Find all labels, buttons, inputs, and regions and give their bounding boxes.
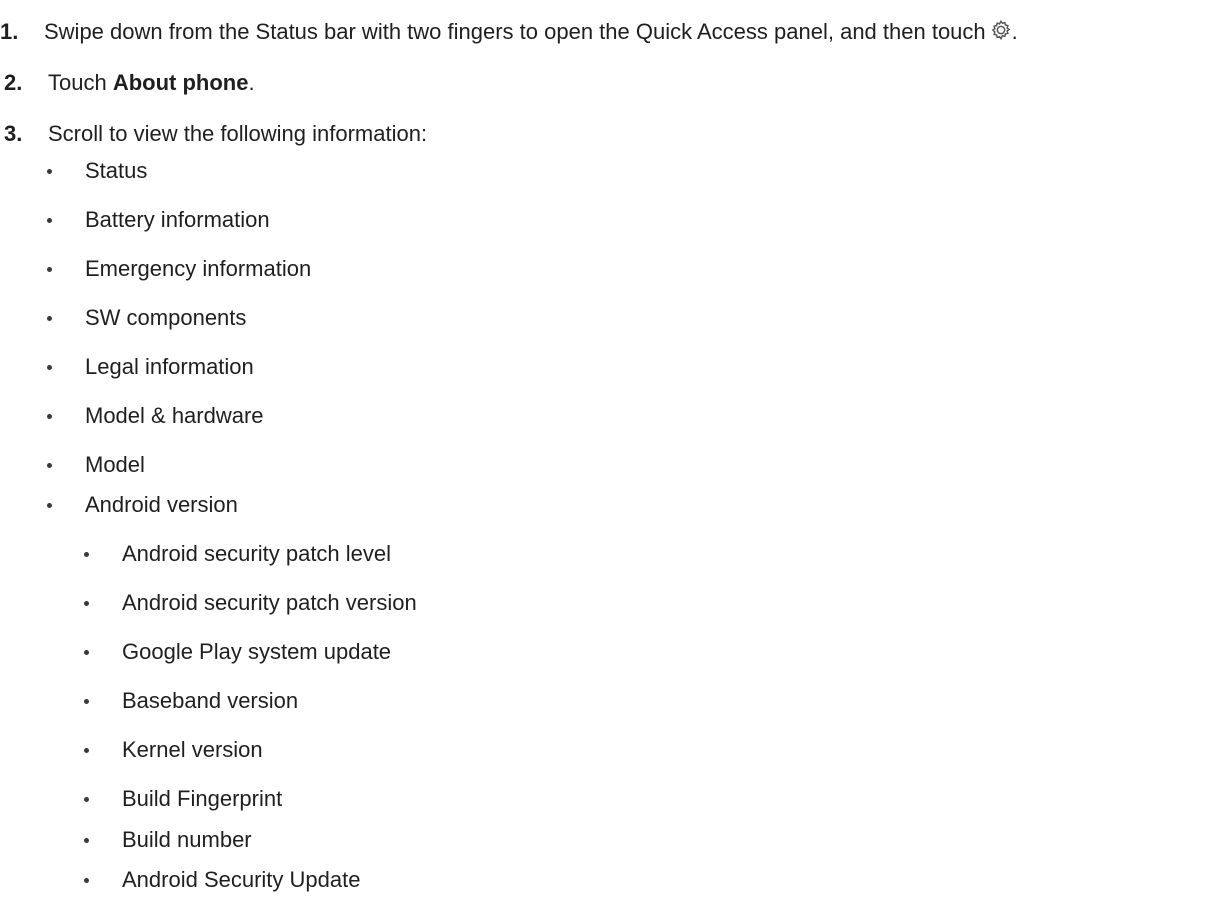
bullet-icon bbox=[84, 838, 89, 843]
list-item-label: Android security patch level bbox=[122, 541, 392, 566]
bullet-icon bbox=[84, 797, 89, 802]
step-text: Scroll to view the following information… bbox=[48, 121, 428, 146]
bullet-icon bbox=[47, 503, 52, 508]
about-phone-label: About phone bbox=[112, 70, 249, 95]
bullet-icon bbox=[84, 601, 89, 606]
bullet-icon bbox=[47, 365, 52, 370]
step-text-end: . bbox=[1011, 19, 1018, 44]
list-item-label: Android security patch version bbox=[122, 590, 417, 615]
step-number: 1. bbox=[0, 19, 19, 44]
bullet-icon bbox=[84, 748, 89, 753]
bullet-icon bbox=[47, 267, 52, 272]
bullet-icon bbox=[84, 878, 89, 883]
list-item-label: Model bbox=[85, 452, 145, 477]
gear-icon bbox=[991, 19, 1011, 41]
step-text: Touch bbox=[48, 70, 113, 95]
list-item-label: Android Security Update bbox=[122, 867, 361, 892]
list-item-label: Status bbox=[85, 158, 148, 183]
bullet-icon bbox=[47, 316, 52, 321]
list-item-label: Baseband version bbox=[122, 688, 299, 713]
bullet-icon bbox=[84, 650, 89, 655]
step-text-end: . bbox=[248, 70, 255, 95]
bullet-icon bbox=[84, 699, 89, 704]
list-item-label: Android version bbox=[85, 492, 238, 517]
step-3: 3. Scroll to view the following informati… bbox=[0, 120, 427, 148]
list-item-label: Google Play system update bbox=[122, 639, 392, 664]
list-item-label: Build Fingerprint bbox=[122, 786, 283, 811]
bullet-icon bbox=[84, 552, 89, 557]
bullet-icon bbox=[47, 414, 52, 419]
step-number: 3. bbox=[4, 121, 23, 146]
step-2: 2. Touch About phone. bbox=[0, 69, 255, 97]
list-item-label: Kernel version bbox=[122, 737, 263, 762]
list-item-label: Battery information bbox=[85, 207, 270, 232]
step-text: Swipe down from the Status bar with two … bbox=[44, 19, 986, 44]
list-item-label: Model & hardware bbox=[85, 403, 264, 428]
bullet-icon bbox=[47, 218, 52, 223]
document-page: 1. Swipe down from the Status bar with tw… bbox=[0, 0, 1230, 901]
step-1: 1. Swipe down from the Status bar with tw… bbox=[0, 18, 1018, 46]
bullet-icon bbox=[47, 169, 52, 174]
list-item-label: Emergency information bbox=[85, 256, 312, 281]
step-number: 2. bbox=[4, 70, 23, 95]
bullet-icon bbox=[47, 463, 52, 468]
list-item-label: Build number bbox=[122, 827, 252, 852]
list-item-label: Legal information bbox=[85, 354, 254, 379]
list-item-label: SW components bbox=[85, 305, 247, 330]
